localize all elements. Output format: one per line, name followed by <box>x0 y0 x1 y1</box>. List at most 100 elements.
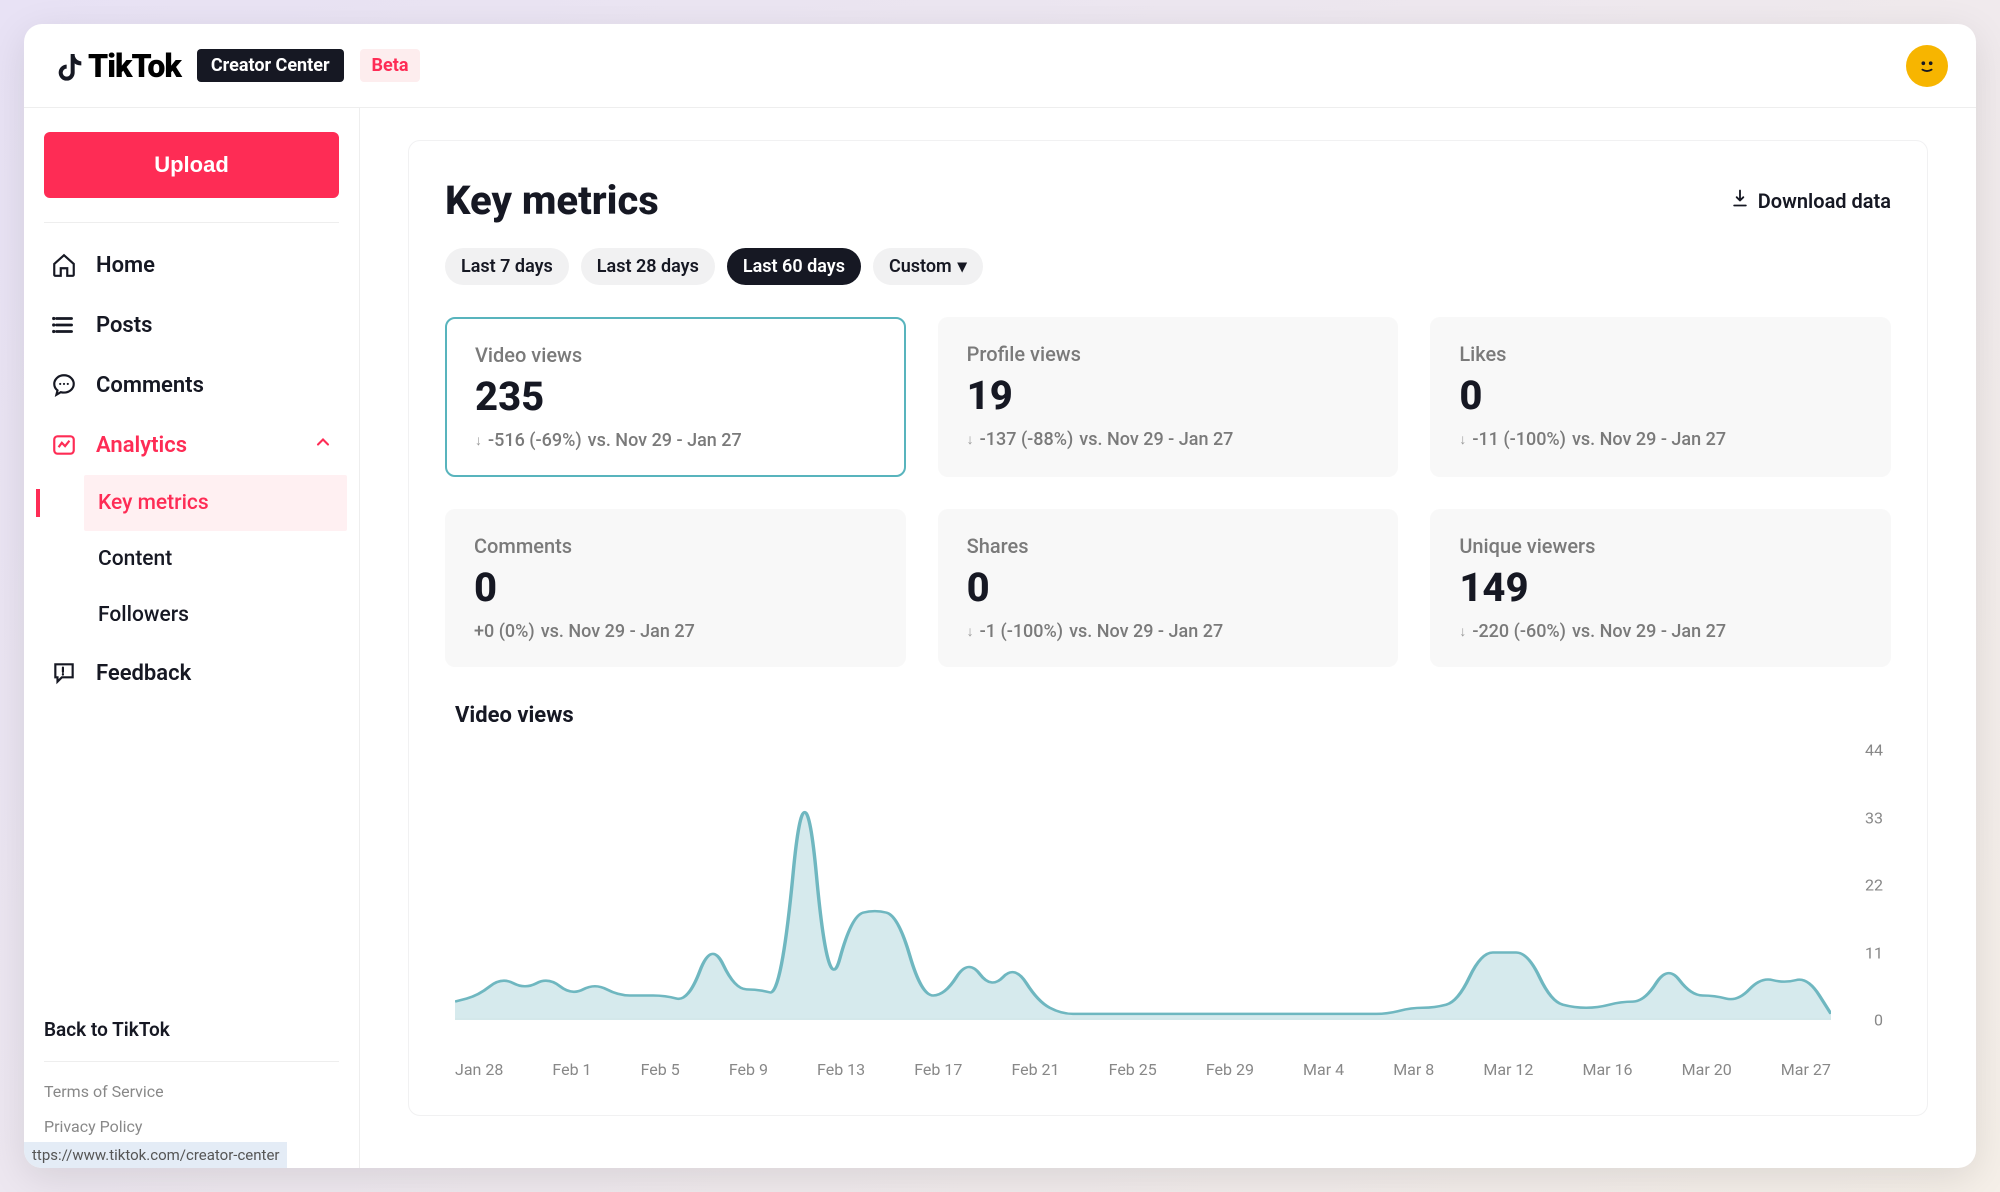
y-tick-label: 11 <box>1865 943 1883 962</box>
metric-delta: ↓-137 (-88%)vs. Nov 29 - Jan 27 <box>967 429 1370 450</box>
x-tick-label: Feb 17 <box>914 1060 962 1079</box>
metric-value: 235 <box>475 373 876 420</box>
comment-icon <box>50 371 78 399</box>
metric-tile[interactable]: Video views 235 ↓-516 (-69%)vs. Nov 29 - J… <box>445 317 906 477</box>
range-custom-label: Custom <box>889 256 952 277</box>
metric-delta: +0 (0%)vs. Nov 29 - Jan 27 <box>474 621 877 642</box>
divider <box>44 1061 339 1062</box>
x-tick-label: Mar 20 <box>1682 1060 1732 1079</box>
tiktok-note-icon <box>52 50 84 82</box>
range-60d[interactable]: Last 60 days <box>727 248 861 285</box>
home-icon <box>50 251 78 279</box>
metric-delta: ↓-1 (-100%)vs. Nov 29 - Jan 27 <box>967 621 1370 642</box>
x-tick-label: Mar 8 <box>1393 1060 1434 1079</box>
date-range-row: Last 7 days Last 28 days Last 60 days Cu… <box>445 248 1891 285</box>
sidebar-item-home[interactable]: Home <box>36 235 347 295</box>
video-views-chart <box>455 750 1831 1020</box>
upload-button[interactable]: Upload <box>44 132 339 198</box>
metric-tile[interactable]: Comments0+0 (0%)vs. Nov 29 - Jan 27 <box>445 509 906 667</box>
sidebar-item-label: Feedback <box>96 661 191 686</box>
metric-tile[interactable]: Unique viewers149↓-220 (-60%)vs. Nov 29 … <box>1430 509 1891 667</box>
app-window: TikTok Creator Center Beta Upload Home <box>24 24 1976 1168</box>
download-data-button[interactable]: Download data <box>1730 188 1891 213</box>
sidebar-item-comments[interactable]: Comments <box>36 355 347 415</box>
x-tick-label: Feb 5 <box>641 1060 680 1079</box>
range-28d[interactable]: Last 28 days <box>581 248 715 285</box>
x-tick-label: Feb 21 <box>1011 1060 1059 1079</box>
beta-badge: Beta <box>360 49 421 82</box>
arrow-down-icon: ↓ <box>967 431 974 448</box>
sidebar-item-feedback[interactable]: Feedback <box>36 643 347 703</box>
metric-delta: ↓-516 (-69%)vs. Nov 29 - Jan 27 <box>475 430 876 451</box>
metric-tile[interactable]: Likes 0 ↓-11 (-100%)vs. Nov 29 - Jan 27 <box>1430 317 1891 477</box>
chart-x-axis: Jan 28 Feb 1 Feb 5 Feb 9 Feb 13 Feb 17 Feb 21 F… <box>445 1060 1891 1079</box>
y-tick-label: 0 <box>1874 1011 1883 1030</box>
sidebar-item-posts[interactable]: Posts <box>36 295 347 355</box>
x-tick-label: Mar 16 <box>1583 1060 1633 1079</box>
chart-icon <box>50 431 78 459</box>
divider <box>44 222 339 223</box>
x-tick-label: Feb 25 <box>1109 1060 1157 1079</box>
avatar-face-icon <box>1916 55 1938 77</box>
metric-value: 0 <box>1459 372 1862 419</box>
metric-label: Shares <box>967 534 1370 558</box>
metric-delta: ↓-220 (-60%)vs. Nov 29 - Jan 27 <box>1459 621 1862 642</box>
creator-center-badge: Creator Center <box>197 49 344 82</box>
metric-tile[interactable]: Shares 0 ↓-1 (-100%)vs. Nov 29 - Jan 27 <box>938 509 1399 667</box>
privacy-link[interactable]: Privacy Policy <box>44 1109 339 1144</box>
main: Key metrics Download data Last 7 days La… <box>360 108 1976 1168</box>
sidebar-item-label: Comments <box>96 373 204 398</box>
x-tick-label: Feb 9 <box>729 1060 768 1079</box>
sidebar-item-analytics[interactable]: Analytics <box>36 415 347 475</box>
metric-label: Likes <box>1459 342 1862 366</box>
sidebar-footer: Back to TikTok Terms of Service Privacy … <box>36 1006 347 1144</box>
x-tick-label: Mar 4 <box>1303 1060 1344 1079</box>
arrow-down-icon: ↓ <box>1459 623 1466 640</box>
y-tick-label: 44 <box>1865 741 1883 760</box>
sidebar-item-label: Posts <box>96 313 152 338</box>
x-tick-label: Mar 12 <box>1483 1060 1533 1079</box>
header: TikTok Creator Center Beta <box>24 24 1976 108</box>
metrics-grid: Video views 235 ↓-516 (-69%)vs. Nov 29 - J… <box>445 317 1891 667</box>
subnav-key-metrics[interactable]: Key metrics <box>84 475 347 531</box>
page-title: Key metrics <box>445 177 659 224</box>
key-metrics-card: Key metrics Download data Last 7 days La… <box>408 140 1928 1116</box>
metric-tile[interactable]: Profile views19↓-137 (-88%)vs. Nov 29 - … <box>938 317 1399 477</box>
range-7d[interactable]: Last 7 days <box>445 248 569 285</box>
sidebar-item-label: Home <box>96 253 155 278</box>
sidebar: Upload Home Posts Comments <box>24 108 360 1168</box>
arrow-down-icon: ↓ <box>967 623 974 640</box>
avatar[interactable] <box>1906 45 1948 87</box>
arrow-down-icon: ↓ <box>1459 431 1466 448</box>
metric-label: Video views <box>475 343 876 367</box>
chevron-up-icon <box>313 432 333 458</box>
x-tick-label: Jan 28 <box>455 1060 503 1079</box>
subnav-content[interactable]: Content <box>84 531 347 587</box>
analytics-subnav: Key metrics Content Followers <box>36 475 347 643</box>
x-tick-label: Mar 27 <box>1781 1060 1831 1079</box>
metric-delta: ↓-11 (-100%)vs. Nov 29 - Jan 27 <box>1459 429 1862 450</box>
x-tick-label: Feb 13 <box>817 1060 865 1079</box>
caret-down-icon: ▾ <box>958 256 967 277</box>
subnav-followers[interactable]: Followers <box>84 587 347 643</box>
back-to-tiktok-link[interactable]: Back to TikTok <box>44 1006 339 1053</box>
x-tick-label: Feb 1 <box>552 1060 591 1079</box>
feedback-icon <box>50 659 78 687</box>
metric-label: Unique viewers <box>1459 534 1862 558</box>
metric-value: 0 <box>474 564 877 611</box>
metric-value: 0 <box>967 564 1370 611</box>
chart: 011223344 <box>445 740 1891 1060</box>
x-tick-label: Feb 29 <box>1206 1060 1254 1079</box>
list-icon <box>50 311 78 339</box>
arrow-down-icon: ↓ <box>475 432 482 449</box>
brand-text: TikTok <box>88 47 181 85</box>
sidebar-item-label: Analytics <box>96 433 187 458</box>
logo[interactable]: TikTok <box>52 47 181 85</box>
range-custom[interactable]: Custom ▾ <box>873 248 983 285</box>
tos-link[interactable]: Terms of Service <box>44 1074 339 1109</box>
metric-label: Profile views <box>967 342 1370 366</box>
brand: TikTok Creator Center Beta <box>52 47 420 85</box>
download-icon <box>1730 188 1750 213</box>
chart-title: Video views <box>455 703 1891 728</box>
y-tick-label: 22 <box>1865 876 1883 895</box>
